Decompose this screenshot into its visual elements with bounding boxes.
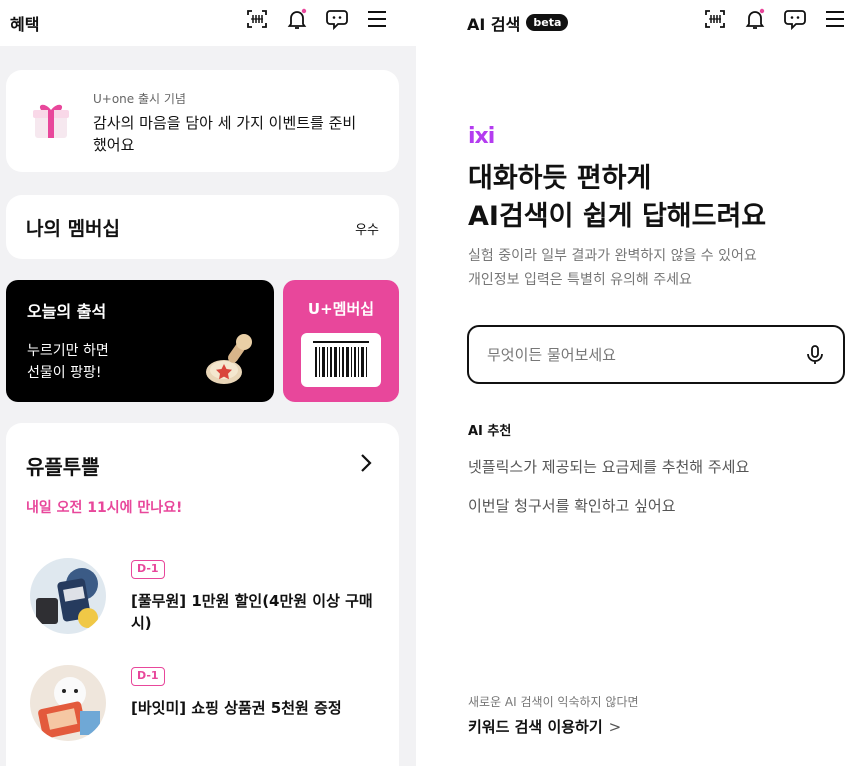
uplus-membership-title: U+멤버십 [307,300,375,318]
hero-line2: AI검색이 쉽게 답해드려요 [468,201,767,232]
ai-search-box[interactable] [467,325,845,384]
d-day-badge: D-1 [131,560,165,579]
section-title: 유플투쁠 [26,455,100,479]
barcode [301,333,381,387]
product-item[interactable]: D-1 [풀무원] 1만원 할인(4만원 이상 구매시) [30,558,390,638]
ixi-logo: ixi [468,124,495,149]
product-item[interactable]: D-1 [바잇미] 쇼핑 상품권 5천원 증정 [30,665,390,745]
my-membership-card[interactable]: 나의 멤버십 우수 [6,195,399,259]
product-title: [바잇미] 쇼핑 상품권 5천원 증정 [131,699,342,717]
search-input[interactable] [487,341,787,369]
attendance-card[interactable]: 오늘의 출석 누르기만 하면 선물이 팡팡! [6,280,274,402]
beta-badge: beta [526,13,569,31]
page-title: AI 검색 [467,15,521,34]
page-title: 혜택 [10,15,40,34]
bell-icon[interactable] [284,6,310,32]
notice-text: 실험 중이라 일부 결과가 완벽하지 않을 수 있어요 개인정보 입력은 특별히… [468,244,828,292]
notice-line1: 실험 중이라 일부 결과가 완벽하지 않을 수 있어요 [468,248,757,264]
recommendation-item[interactable]: 이번달 청구서를 확인하고 싶어요 [468,495,676,516]
chatbot-icon[interactable] [324,6,350,32]
barcode-icon [313,341,369,377]
microphone-icon[interactable] [803,343,827,367]
qr-scan-icon[interactable] [244,6,270,32]
attendance-subtitle: 누르기만 하면 선물이 팡팡! [27,340,167,384]
event-banner[interactable]: U+one 출시 기념 감사의 마음을 담아 세 가지 이벤트를 준비했어요 [6,70,399,172]
keyword-search-label: 키워드 검색 이용하기 [468,718,603,736]
uplus-membership-card[interactable]: U+멤버십 [283,280,399,402]
event-caption: U+one 출시 기념 [93,92,186,106]
ai-search-screen: AI 검색 beta ixi 대화하듯 편하게 AI검색이 쉽게 답해드려요 실… [416,0,850,766]
chatbot-icon[interactable] [782,6,808,32]
footer-caption: 새로운 AI 검색이 익숙하지 않다면 [468,695,639,709]
membership-grade: 우수 [355,223,379,238]
hero-line1: 대화하듯 편하게 [468,163,652,194]
keyword-search-link[interactable]: 키워드 검색 이용하기 > [468,716,621,737]
event-headline: 감사의 마음을 담아 세 가지 이벤트를 준비했어요 [93,114,357,154]
menu-icon[interactable] [822,6,848,32]
product-title: [풀무원] 1만원 할인(4만원 이상 구매시) [131,592,373,632]
attendance-sub-line1: 누르기만 하면 [27,343,109,359]
product-image [30,665,106,741]
attendance-title: 오늘의 출석 [27,302,107,321]
notice-line2: 개인정보 입력은 특별히 유의해 주세요 [468,272,692,288]
qr-scan-icon[interactable] [702,6,728,32]
stamp-icon [206,334,252,384]
chevron-right-icon: > [608,718,622,736]
chevron-right-icon[interactable] [355,451,377,475]
d-day-badge: D-1 [131,667,165,686]
recommendation-item[interactable]: 넷플릭스가 제공되는 요금제를 추천해 주세요 [468,456,749,477]
top-icons [244,6,404,32]
attendance-sub-line2: 선물이 팡팡! [27,365,102,381]
gift-icon [33,104,69,138]
product-image [30,558,106,634]
hero-heading: 대화하듯 편하게 AI검색이 쉽게 답해드려요 [468,160,828,236]
section-subtitle: 내일 오전 11시에 만나요! [26,500,183,516]
top-icons [702,6,850,32]
uplus-tupple-card: 유플투쁠 내일 오전 11시에 만나요! D-1 [풀무원] 1만원 할인(4만… [6,423,399,766]
benefits-screen: 혜택 U+one 출시 기념 감사의 마음을 담아 세 가지 이벤트를 준비했어… [0,0,416,766]
bell-icon[interactable] [742,6,768,32]
menu-icon[interactable] [364,6,390,32]
membership-title: 나의 멤버십 [26,218,121,240]
recommend-label: AI 추천 [468,424,512,439]
